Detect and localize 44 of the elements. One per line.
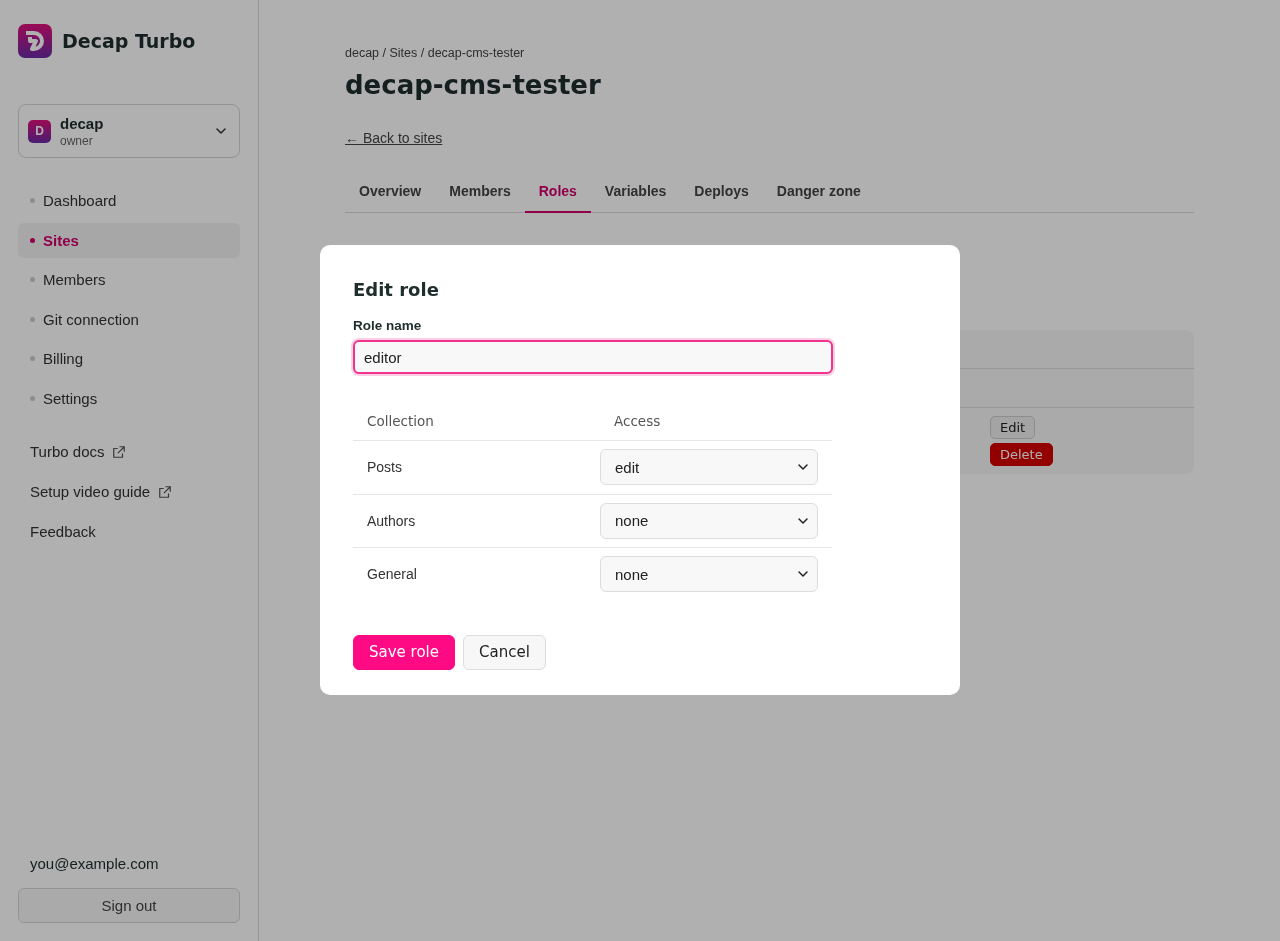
table-cell-text: General <box>366 566 418 583</box>
back-link[interactable]: ← Back to sites <box>345 130 443 146</box>
user-email: you@example.com <box>29 855 160 872</box>
sidebar-link[interactable]: Setup video guide <box>30 481 240 502</box>
nav-item[interactable]: Dashboard <box>18 183 240 219</box>
column-header: Collection <box>366 413 435 429</box>
edit-button[interactable]: Edit <box>990 416 1036 439</box>
tab[interactable]: Danger zone <box>762 173 875 213</box>
tab[interactable]: Deploys <box>680 173 763 213</box>
column-header: Access <box>613 413 662 429</box>
field-label: Role name <box>353 318 423 333</box>
external-link-icon <box>158 484 173 499</box>
table-cell-text: Authors <box>366 512 417 529</box>
logo-icon <box>18 24 52 58</box>
save-button[interactable]: Save role <box>353 634 455 670</box>
table-cell-text: Posts <box>366 459 403 476</box>
sign-out-button[interactable]: Sign out <box>18 888 240 923</box>
nav-item[interactable]: Sites <box>18 222 240 258</box>
account-name: decap <box>60 114 105 132</box>
tab[interactable]: Variables <box>590 173 681 213</box>
chevron-down-icon <box>215 125 227 137</box>
external-link-icon <box>112 444 127 459</box>
nav-item[interactable]: Billing <box>18 341 240 377</box>
access-dropdown[interactable]: edit <box>600 449 818 486</box>
account-switcher[interactable]: D decap owner <box>18 104 240 158</box>
nav-item[interactable]: Git connection <box>18 301 240 337</box>
brand-name: Decap Turbo <box>62 30 196 52</box>
access-dropdown[interactable]: none <box>600 502 818 539</box>
account-avatar: D <box>28 119 51 143</box>
sidebar-link[interactable]: Turbo docs <box>30 441 240 462</box>
page-title: decap-cms-tester <box>345 70 602 100</box>
dialog-title: Edit role <box>353 279 440 300</box>
sidebar-link[interactable]: Feedback <box>30 521 240 542</box>
nav-item[interactable]: Members <box>18 262 240 298</box>
delete-button[interactable]: Delete <box>990 443 1053 466</box>
tab[interactable]: Members <box>435 173 525 213</box>
input-field[interactable]: editor <box>353 340 833 374</box>
access-dropdown[interactable]: none <box>600 556 818 593</box>
account-role: owner <box>60 133 94 148</box>
breadcrumb: decap / Sites / decap-cms-tester <box>345 46 526 60</box>
tab[interactable]: Roles <box>524 173 591 213</box>
cancel-button[interactable]: Cancel <box>463 634 546 670</box>
nav-item[interactable]: Settings <box>18 380 240 416</box>
tab[interactable]: Overview <box>345 173 436 213</box>
